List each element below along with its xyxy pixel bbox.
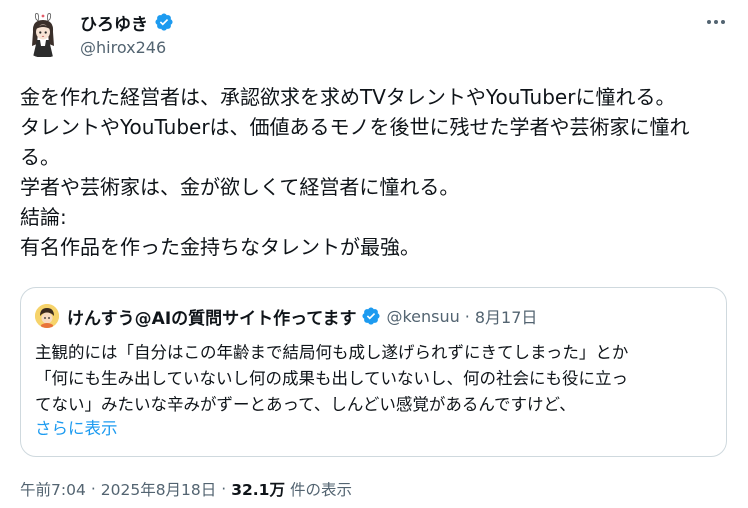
tweet-text-line: 金を作れた経営者は、承認欲求を求めTVタレントやYouTuberに憧れる。 (20, 85, 676, 109)
quote-header: けんすう@AIの質問サイト作ってます @kensuu · 8月17日 (67, 303, 537, 329)
quote-text: 主観的には「自分はこの年齢まで結局何も成し遂げられずにきてしまった」とか 「何に… (35, 340, 715, 418)
tweet-date[interactable]: 2025年8月18日 (101, 478, 217, 500)
show-more-link[interactable]: さらに表示 (35, 416, 118, 442)
tweet-text-line: 学者や芸術家は、金が欲しくて経営者に憧れる。 (20, 175, 460, 199)
tweet-text-line: タレントやYouTuberは、価値あるモノを後世に残せた学者や芸術家に憧れ (20, 115, 690, 139)
more-horizontal-icon[interactable] (700, 8, 732, 36)
author-handle[interactable]: @hirox246 (80, 38, 166, 57)
quote-separator: · (464, 306, 470, 326)
quote-text-line: 主観的には「自分はこの年齢まで結局何も成し遂げられずにきてしまった」とか (35, 343, 629, 362)
tweet-text: 金を作れた経営者は、承認欲求を求めTVタレントやYouTuberに憧れる。 タレ… (20, 82, 730, 262)
meta-separator: · (221, 480, 227, 498)
quoted-tweet[interactable]: けんすう@AIの質問サイト作ってます @kensuu · 8月17日 主観的には… (20, 287, 727, 457)
quote-text-line: 「何にも生み出していないし何の成果も出していないし、何の社会にも役に立っ (35, 369, 629, 388)
quote-date: 8月17日 (474, 308, 538, 327)
view-count: 32.1万 (231, 481, 285, 499)
verified-badge-icon (361, 306, 381, 326)
meta-separator: · (90, 480, 96, 498)
author-name[interactable]: ひろゆき (80, 10, 148, 35)
tweet: ひろゆき @hirox246 金を作れた経営者は、承認欲求を求めTVタレントやY… (0, 0, 748, 508)
author-name-row[interactable]: ひろゆき (80, 10, 174, 35)
verified-badge-icon[interactable] (154, 12, 174, 32)
quote-author-name[interactable]: けんすう@AIの質問サイト作ってます (67, 304, 356, 329)
author-avatar[interactable] (20, 10, 68, 58)
quote-author-handle: @kensuu (386, 306, 460, 326)
quote-text-line: てない」みたいな辛みがずーとあって、しんどい感覚があるんですけど、 (35, 395, 576, 414)
quote-author-avatar (35, 304, 59, 328)
tweet-meta: 午前7:04 · 2025年8月18日 · 32.1万 件の表示 (20, 478, 352, 500)
tweet-text-line: る。 (20, 145, 60, 169)
tweet-text-line: 結論: (20, 205, 67, 229)
tweet-time[interactable]: 午前7:04 (20, 478, 86, 500)
view-count-label: 件の表示 (289, 481, 352, 499)
tweet-text-line: 有名作品を作った金持ちなタレントが最強。 (20, 235, 420, 259)
